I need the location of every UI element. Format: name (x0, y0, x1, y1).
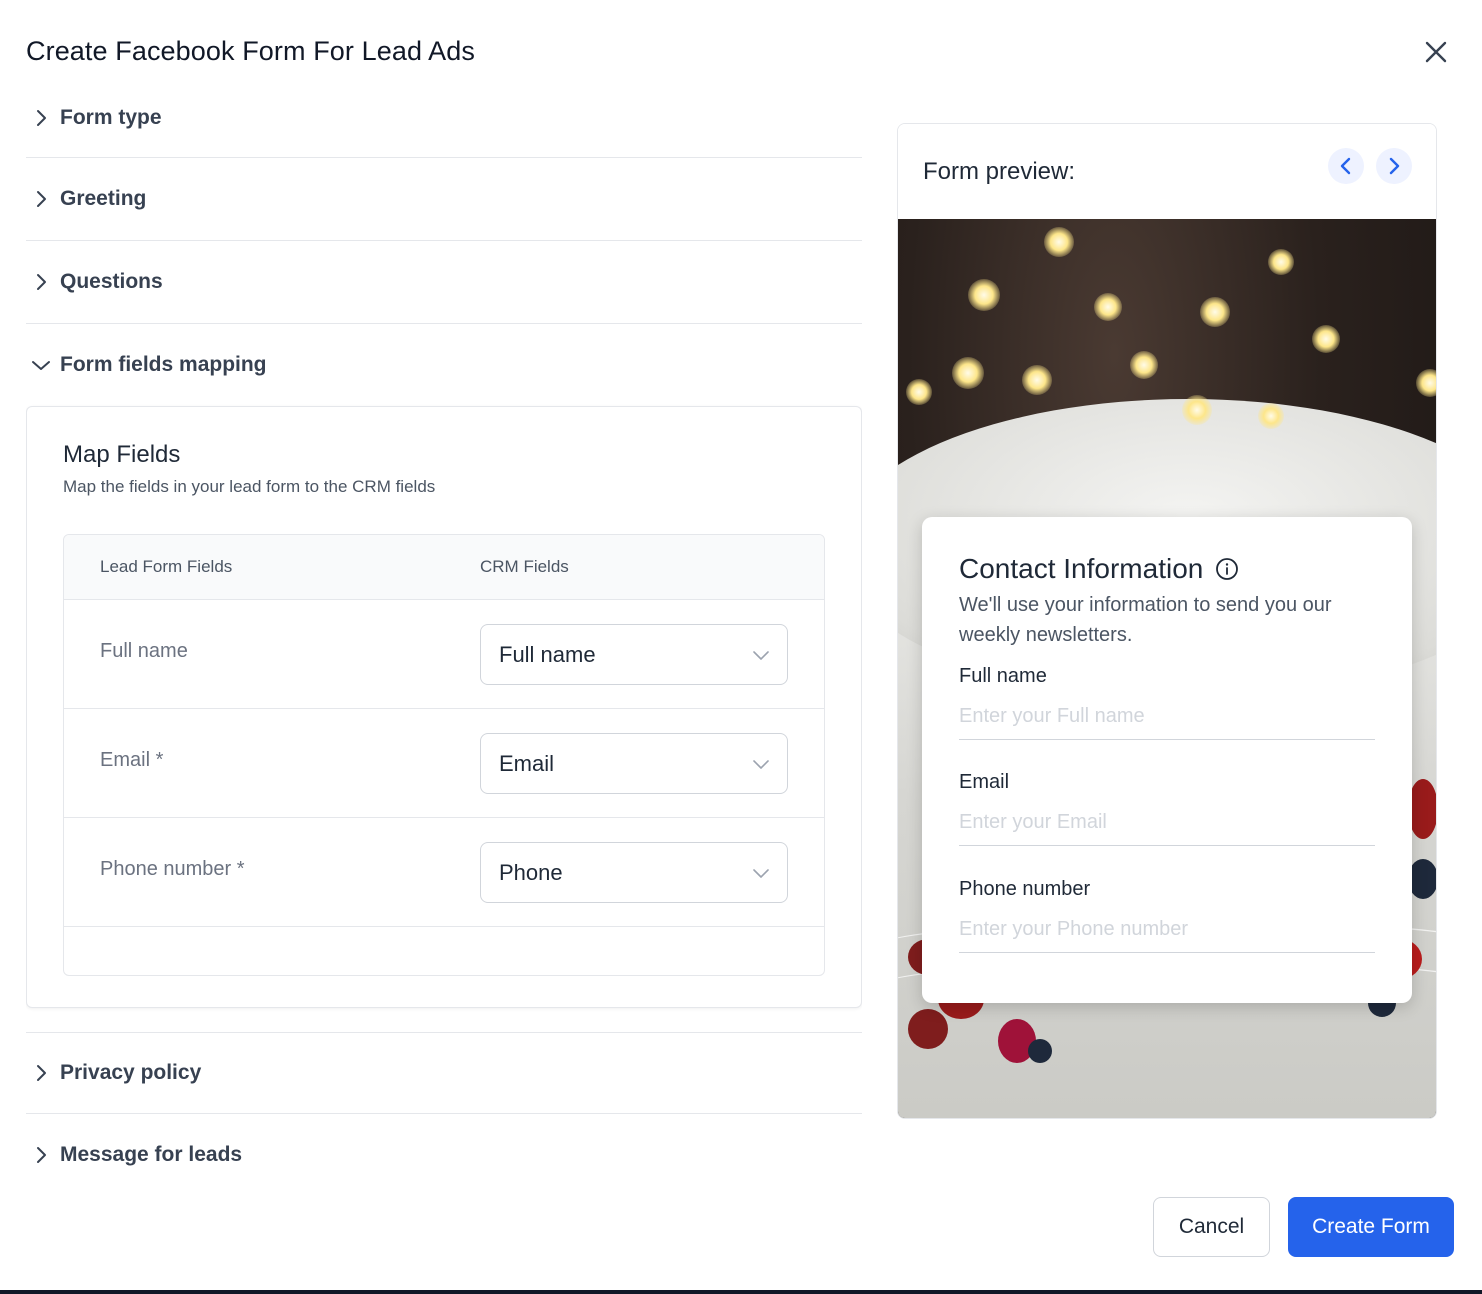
bokeh-light (1258, 403, 1284, 429)
crm-field-select-full-name[interactable]: Full name (480, 624, 788, 685)
table-row: Full name Full name (64, 600, 824, 709)
column-header-lead-form-fields: Lead Form Fields (100, 557, 233, 576)
preview-field-email: Email (959, 771, 1375, 846)
chevron-down-icon (753, 869, 769, 878)
preview-prev-button[interactable] (1328, 148, 1364, 184)
section-label: Privacy policy (60, 1061, 202, 1084)
preview-field-full-name: Full name (959, 665, 1375, 740)
section-form-type[interactable]: Form type (26, 100, 862, 158)
close-icon (1425, 41, 1447, 63)
chevron-right-icon (28, 1060, 54, 1086)
berry (1408, 779, 1436, 839)
chevron-down-icon (753, 651, 769, 660)
section-label: Greeting (60, 187, 147, 210)
section-questions[interactable]: Questions (26, 241, 862, 324)
map-fields-card: Map Fields Map the fields in your lead f… (26, 406, 862, 1008)
chevron-right-icon (1389, 157, 1400, 175)
section-greeting[interactable]: Greeting (26, 158, 862, 241)
preview-background-image: Contact Information We'll use your infor… (898, 219, 1436, 1118)
contact-card-title-text: Contact Information (959, 553, 1204, 584)
crm-field-value: Full name (499, 641, 596, 667)
bokeh-light (906, 379, 932, 405)
column-header-crm-fields: CRM Fields (480, 557, 569, 576)
preview-field-label: Phone number (959, 878, 1091, 900)
form-preview-header: Form preview: (898, 124, 1436, 219)
preview-field-label: Full name (959, 665, 1047, 687)
bokeh-light (968, 279, 1000, 311)
bokeh-light (1268, 249, 1294, 275)
section-message-for-leads[interactable]: Message for leads (26, 1114, 862, 1180)
chevron-left-icon (1340, 157, 1351, 175)
field-mapping-table: Lead Form Fields CRM Fields Full name Fu… (63, 534, 825, 976)
contact-card-title: Contact Information (959, 553, 1239, 585)
crm-field-select-email[interactable]: Email (480, 733, 788, 794)
full-name-input[interactable] (959, 694, 1375, 740)
bottom-divider (0, 1290, 1482, 1294)
preview-next-button[interactable] (1376, 148, 1412, 184)
create-form-button[interactable]: Create Form (1288, 1197, 1454, 1257)
berry (908, 1009, 948, 1049)
chevron-right-icon (28, 1142, 54, 1168)
table-row: Phone number * Phone (64, 818, 824, 927)
crm-field-value: Email (499, 750, 555, 776)
map-fields-title: Map Fields (63, 441, 181, 468)
table-row: Email * Email (64, 709, 824, 818)
bokeh-light (952, 357, 984, 389)
bokeh-light (1022, 365, 1052, 395)
form-sections-panel: Form type Greeting Questions Form fields… (26, 100, 862, 1180)
bokeh-light (1200, 297, 1230, 327)
crm-field-value: Phone (499, 859, 563, 885)
form-preview-panel: Form preview: Contact Information We'll … (897, 123, 1437, 1119)
bokeh-light (1416, 369, 1436, 397)
chevron-right-icon (28, 186, 54, 212)
contact-card-description: We'll use your information to send you o… (959, 594, 1332, 646)
crm-field-select-phone[interactable]: Phone (480, 842, 788, 903)
info-icon (1216, 558, 1239, 580)
close-button[interactable] (1418, 34, 1454, 70)
preview-field-phone-number: Phone number (959, 878, 1375, 953)
section-label: Questions (60, 270, 163, 293)
chevron-right-icon (28, 105, 54, 131)
bokeh-light (1130, 351, 1158, 379)
berry (1408, 859, 1436, 899)
section-privacy-policy[interactable]: Privacy policy (26, 1032, 862, 1114)
map-fields-subtitle: Map the fields in your lead form to the … (63, 477, 436, 496)
section-label: Form fields mapping (60, 353, 267, 376)
contact-information-card: Contact Information We'll use your infor… (922, 517, 1412, 1003)
chevron-down-icon (753, 760, 769, 769)
section-label: Form type (60, 105, 162, 129)
form-preview-title: Form preview: (923, 158, 1076, 185)
lead-field-label: Full name (100, 640, 188, 662)
bokeh-light (1182, 395, 1212, 425)
chevron-right-icon (28, 269, 54, 295)
berry (1028, 1039, 1052, 1063)
modal-title: Create Facebook Form For Lead Ads (26, 36, 476, 66)
section-form-fields-mapping[interactable]: Form fields mapping (26, 324, 862, 406)
bokeh-light (1094, 293, 1122, 321)
bokeh-light (1044, 227, 1074, 257)
table-header: Lead Form Fields CRM Fields (64, 535, 824, 600)
preview-field-label: Email (959, 771, 1010, 793)
lead-field-label: Phone number * (100, 858, 245, 880)
phone-number-input[interactable] (959, 907, 1375, 953)
create-form-modal: Create Facebook Form For Lead Ads Form t… (0, 0, 1482, 1294)
section-label: Message for leads (60, 1143, 243, 1166)
email-input[interactable] (959, 800, 1375, 846)
cancel-button[interactable]: Cancel (1153, 1197, 1270, 1257)
chevron-down-icon (28, 352, 54, 378)
lead-field-label: Email * (100, 749, 164, 771)
bokeh-light (1312, 325, 1340, 353)
